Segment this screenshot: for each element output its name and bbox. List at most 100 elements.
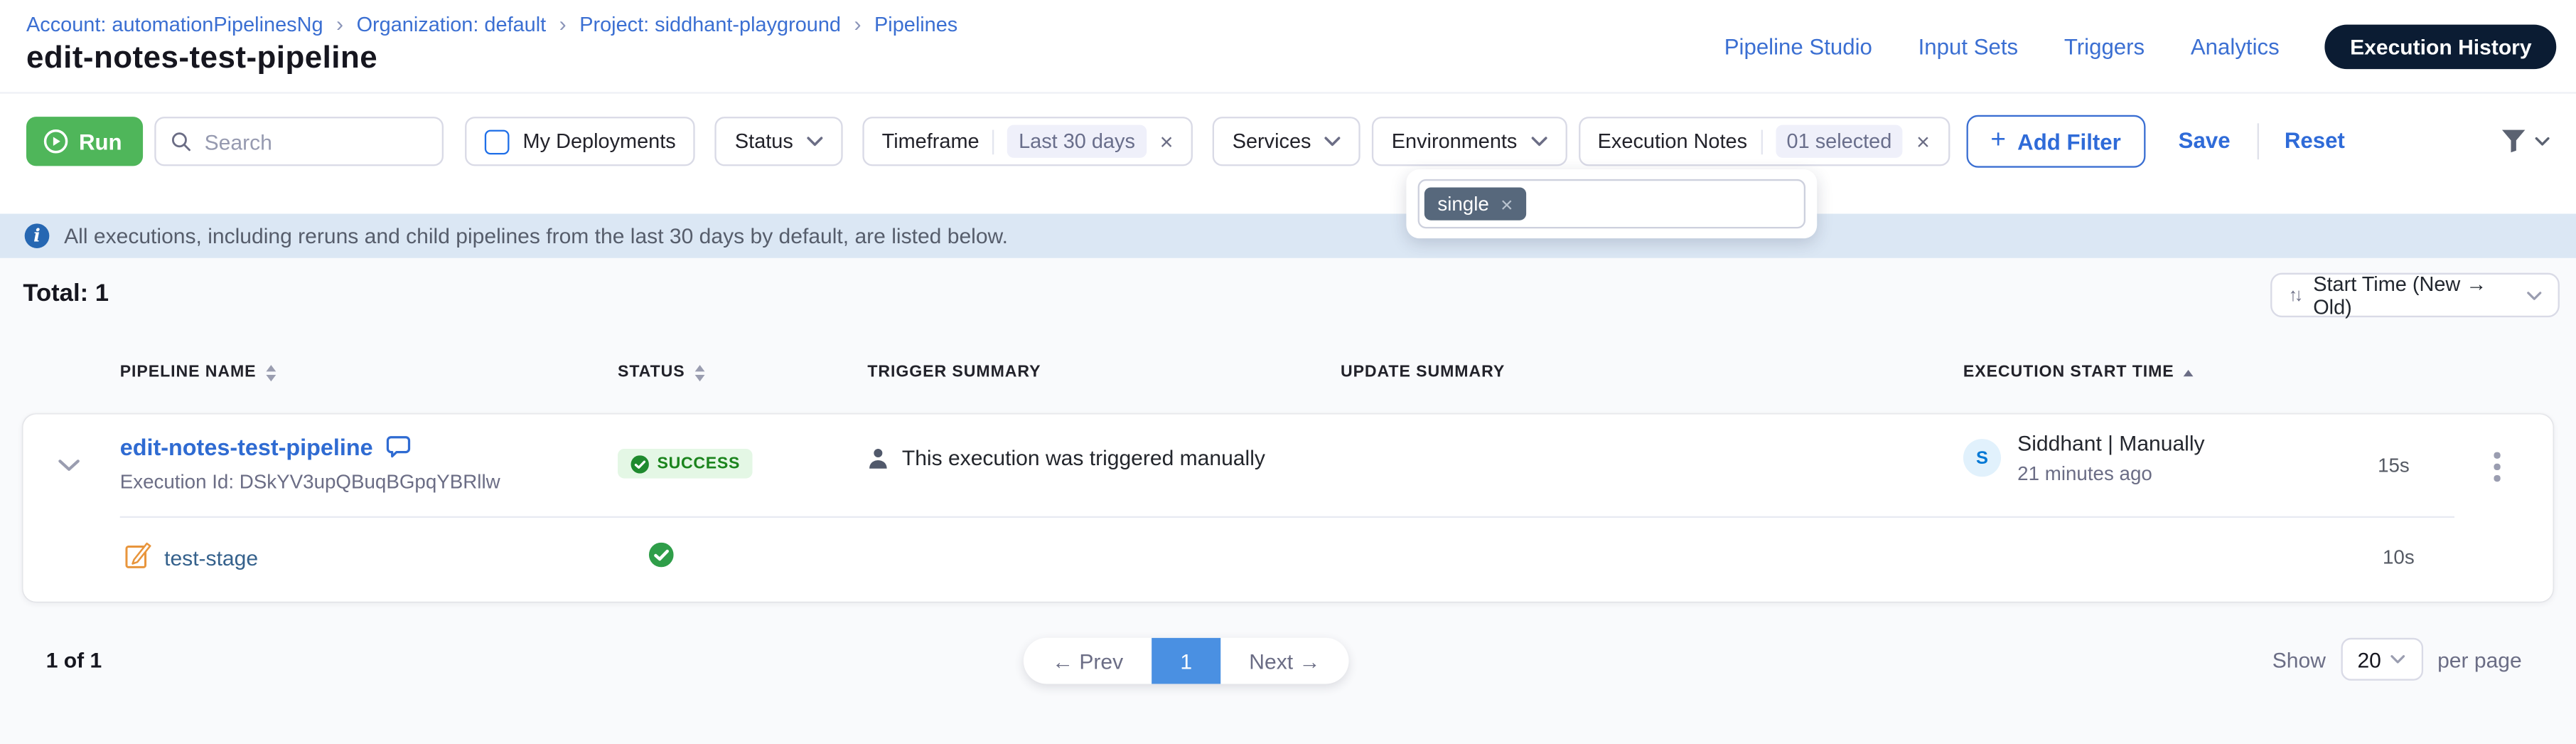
pagination: ← Prev 1 Next → [1024, 638, 1349, 684]
pipeline-name-link[interactable]: edit-notes-test-pipeline [120, 434, 411, 460]
divider [1761, 129, 1762, 154]
total-count: Total: 1 [23, 280, 109, 307]
column-label: PIPELINE NAME [120, 363, 257, 381]
prev-page-button[interactable]: ← Prev [1024, 638, 1152, 684]
divider [992, 129, 994, 154]
started-time-ago: 21 minutes ago [2017, 462, 2204, 484]
plus-icon: + [1990, 127, 2006, 156]
remove-note-tag-icon[interactable]: × [1501, 193, 1513, 215]
sort-arrows-icon: ↑↓ [2289, 285, 2300, 305]
breadcrumb-project[interactable]: Project: siddhant-playground [579, 12, 841, 35]
status-badge: SUCCESS [618, 449, 753, 479]
chevron-down-icon [806, 137, 822, 147]
execution-duration: 15s [2344, 454, 2443, 477]
stage-name-link[interactable]: test-stage [164, 546, 258, 570]
services-filter-label: Services [1233, 130, 1311, 153]
page-size-select[interactable]: 20 [2341, 638, 2423, 681]
chevron-down-icon [2526, 290, 2541, 300]
notes-tag-input[interactable]: single × [1418, 179, 1805, 228]
chevron-down-icon [1530, 137, 1547, 147]
search-input-wrap [155, 117, 444, 166]
environments-filter[interactable]: Environments [1372, 117, 1567, 166]
column-label: STATUS [618, 363, 685, 381]
my-deployments-label: My Deployments [523, 130, 676, 153]
timeframe-value-tag: Last 30 days [1007, 125, 1147, 158]
divider [2257, 123, 2258, 159]
sort-ascending-icon [2184, 369, 2194, 376]
page-range: 1 of 1 [46, 648, 102, 673]
page-size-value: 20 [2357, 647, 2381, 671]
column-label: EXECUTION START TIME [1963, 363, 2174, 381]
row-menu-kebab-icon[interactable] [2491, 449, 2503, 484]
reset-filter-link[interactable]: Reset [2285, 128, 2345, 153]
avatar: S [1963, 439, 2001, 477]
my-deployments-toggle[interactable]: My Deployments [466, 117, 696, 166]
column-header-trigger-summary: TRIGGER SUMMARY [867, 363, 1041, 381]
info-banner: i All executions, including reruns and c… [0, 213, 2576, 257]
stage-success-check-icon [649, 543, 674, 568]
search-input[interactable] [205, 129, 428, 154]
executions-list: Total: 1 ↑↓ Start Time (New → Old) PIPEL… [0, 258, 2576, 744]
clear-timeframe-icon[interactable]: × [1160, 130, 1174, 153]
note-tag: single × [1424, 187, 1526, 220]
filter-menu-button[interactable] [2501, 128, 2550, 153]
page-title: edit-notes-test-pipeline [26, 41, 377, 78]
sort-select[interactable]: ↑↓ Start Time (New → Old) [2270, 273, 2560, 317]
status-filter[interactable]: Status [715, 117, 842, 166]
top-nav: Pipeline Studio Input Sets Triggers Anal… [1724, 25, 2557, 69]
column-label: UPDATE SUMMARY [1341, 363, 1505, 381]
table-header-row: PIPELINE NAME STATUS TRIGGER SUMMARY UPD… [0, 363, 2576, 390]
environments-filter-label: Environments [1392, 130, 1518, 153]
tab-input-sets[interactable]: Input Sets [1918, 35, 2019, 60]
execution-notes-comment-icon[interactable] [386, 435, 411, 458]
breadcrumb-organization[interactable]: Organization: default [357, 12, 547, 35]
status-badge-label: SUCCESS [657, 455, 740, 472]
tab-pipeline-studio[interactable]: Pipeline Studio [1724, 35, 1872, 60]
timeframe-filter[interactable]: Timeframe Last 30 days × [862, 117, 1193, 166]
trigger-summary: This execution was triggered manually [867, 445, 1265, 470]
info-icon: i [25, 223, 50, 248]
tab-analytics[interactable]: Analytics [2191, 35, 2280, 60]
clear-execution-notes-icon[interactable]: × [1916, 130, 1930, 153]
column-label: TRIGGER SUMMARY [867, 363, 1041, 381]
chevron-down-icon [2391, 654, 2406, 664]
execution-notes-value-tag: 01 selected [1775, 125, 1903, 158]
pipeline-name-text: edit-notes-test-pipeline [120, 434, 373, 460]
expand-row-chevron-icon[interactable] [58, 459, 80, 472]
per-page-label: per page [2437, 647, 2522, 671]
page-header: Account: automationPipelinesNg › Organiz… [0, 0, 2576, 94]
triggered-by: Siddhant | Manually [2017, 431, 2204, 456]
breadcrumb-pipelines[interactable]: Pipelines [874, 12, 957, 35]
tab-triggers[interactable]: Triggers [2064, 35, 2145, 60]
page-size-control: Show 20 per page [2272, 638, 2522, 681]
add-filter-label: Add Filter [2017, 129, 2121, 154]
my-deployments-checkbox[interactable] [485, 129, 510, 154]
sort-toggle-icon [266, 364, 276, 381]
column-header-execution-start-time[interactable]: EXECUTION START TIME [1963, 363, 2194, 381]
execution-start-cell: S Siddhant | Manually 21 minutes ago [1963, 431, 2205, 485]
breadcrumb: Account: automationPipelinesNg › Organiz… [26, 11, 957, 36]
chevron-down-icon [2535, 136, 2550, 146]
breadcrumb-account[interactable]: Account: automationPipelinesNg [26, 12, 323, 35]
next-page-button[interactable]: Next → [1220, 638, 1348, 684]
services-filter[interactable]: Services [1213, 117, 1361, 166]
column-header-pipeline-name[interactable]: PIPELINE NAME [120, 363, 277, 381]
sort-toggle-icon [694, 364, 704, 381]
page: Account: automationPipelinesNg › Organiz… [0, 0, 2576, 744]
info-banner-text: All executions, including reruns and chi… [64, 223, 1008, 248]
funnel-icon [2501, 128, 2527, 153]
status-filter-label: Status [735, 130, 793, 153]
column-header-status[interactable]: STATUS [618, 363, 704, 381]
page-1-button[interactable]: 1 [1152, 638, 1220, 684]
execution-row-card: edit-notes-test-pipeline Execution Id: D… [23, 414, 2553, 601]
save-filter-link[interactable]: Save [2179, 128, 2231, 153]
add-filter-button[interactable]: + Add Filter [1966, 115, 2146, 168]
tab-execution-history[interactable]: Execution History [2325, 25, 2556, 69]
run-button[interactable]: Run [26, 117, 144, 166]
search-icon [171, 130, 191, 153]
breadcrumb-separator: › [854, 11, 861, 36]
execution-notes-filter[interactable]: Execution Notes 01 selected × [1578, 117, 1950, 166]
show-label: Show [2272, 647, 2326, 671]
user-icon [867, 446, 889, 469]
note-tag-label: single [1437, 192, 1488, 215]
